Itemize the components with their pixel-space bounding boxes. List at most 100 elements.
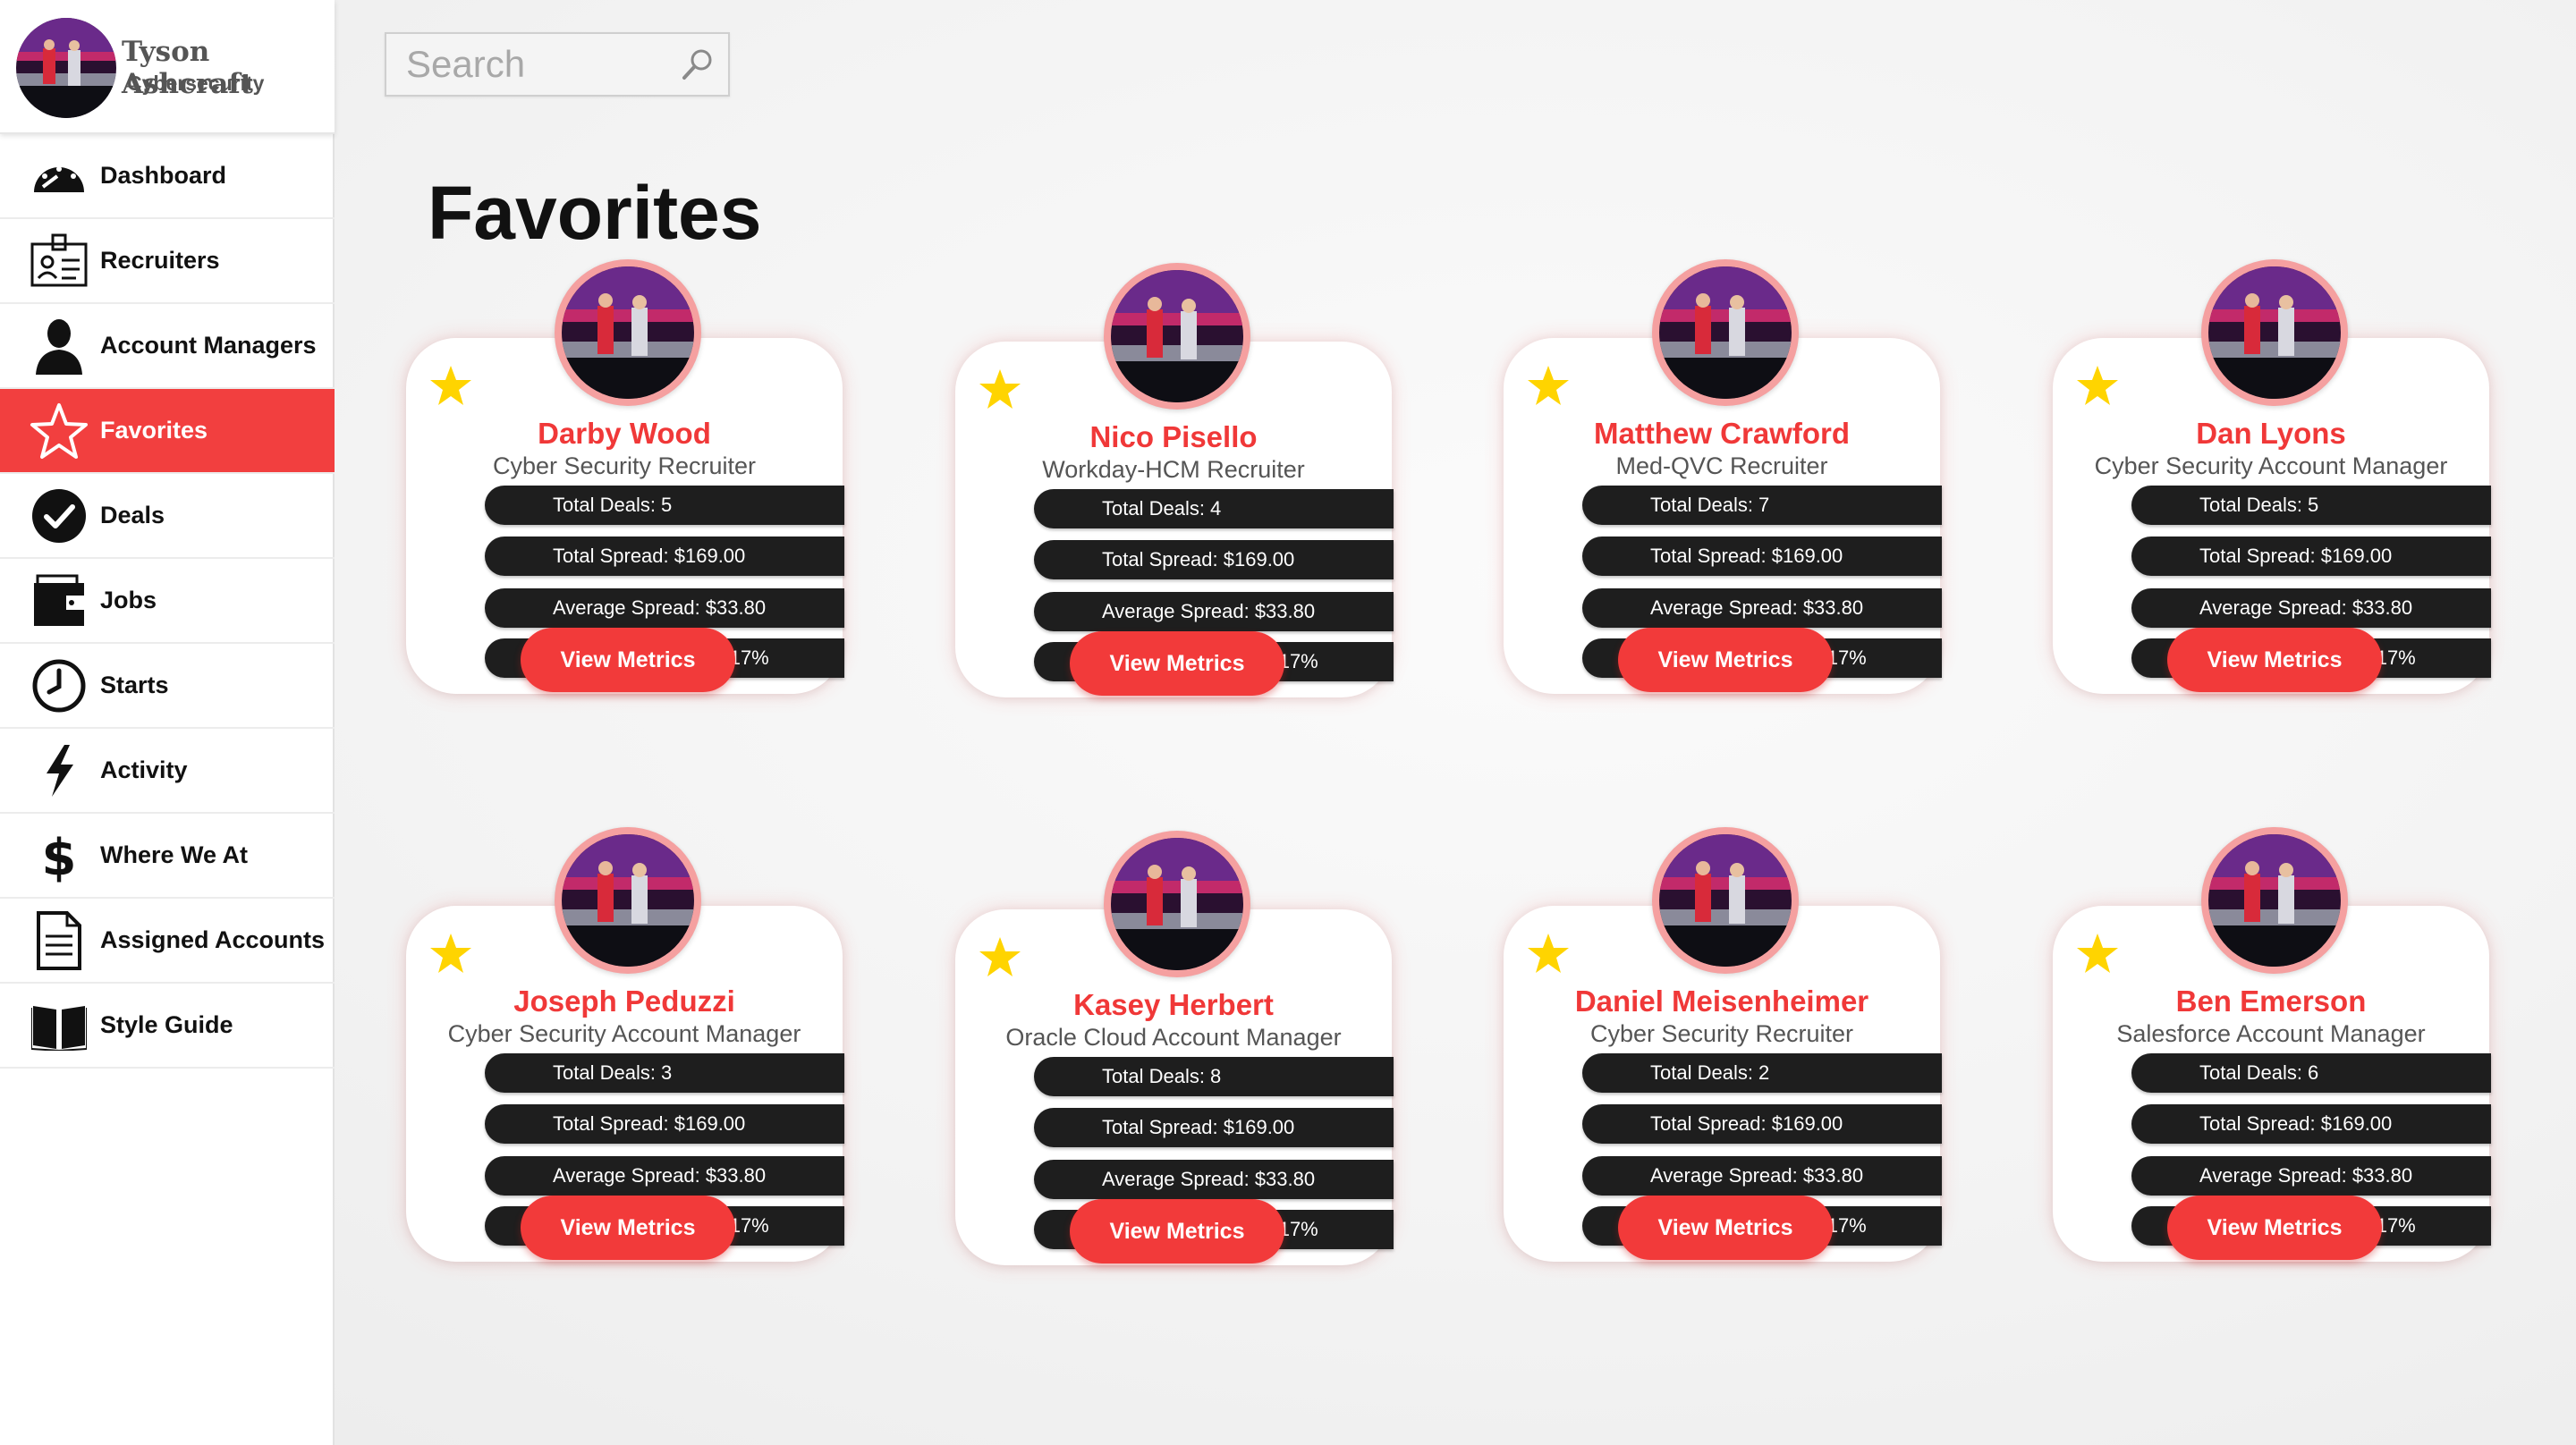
card-name: Dan Lyons: [2196, 417, 2346, 450]
sidebar-item-label: Account Managers: [100, 332, 317, 359]
card-name: Darby Wood: [538, 417, 711, 450]
card-role: Cyber Security Recruiter: [1589, 1020, 1854, 1047]
total-spread-stat: Total Spread: $169.00: [2131, 1104, 2491, 1144]
average-spread-stat: Average Spread: $33.80: [485, 1156, 844, 1196]
average-spread-stat: Average Spread: $33.80: [1582, 1156, 1942, 1196]
sidebar-item-label: Jobs: [100, 587, 157, 613]
total-spread-stat: Total Spread: $169.00: [1034, 540, 1394, 579]
average-spread-stat: Average Spread: $33.80: [2131, 588, 2491, 628]
favorite-star-icon[interactable]: [1527, 933, 1570, 976]
total-spread-stat: Total Spread: $169.00: [1034, 1108, 1394, 1147]
sidebar-nav: Dashboard Recruiters Account Managers Fa…: [0, 134, 335, 1069]
sidebar-item-activity[interactable]: Activity: [0, 729, 335, 814]
svg-text:$: $: [42, 829, 77, 883]
view-metrics-button[interactable]: View Metrics: [1070, 1199, 1284, 1263]
card-name: Joseph Peduzzi: [513, 984, 735, 1018]
average-spread-stat: Average Spread: $33.80: [1034, 592, 1394, 631]
total-deals-stat: Total Deals: 2: [1582, 1053, 1942, 1093]
favorite-card: Joseph Peduzzi Cyber Security Account Man…: [406, 827, 844, 1262]
clock-icon: [29, 655, 89, 716]
view-metrics-button[interactable]: View Metrics: [521, 628, 735, 692]
sidebar-item-account-managers[interactable]: Account Managers: [0, 304, 335, 389]
sidebar-item-jobs[interactable]: Jobs: [0, 559, 335, 644]
favorite-star-icon[interactable]: [979, 368, 1021, 411]
card-name: Nico Pisello: [1089, 420, 1258, 453]
person-silhouette-icon: [29, 316, 89, 376]
total-spread-stat: Total Spread: $169.00: [485, 537, 844, 576]
view-metrics-button[interactable]: View Metrics: [521, 1196, 735, 1260]
card-avatar: [1652, 827, 1799, 974]
check-circle-icon: [29, 486, 89, 546]
favorite-star-icon[interactable]: [429, 933, 472, 976]
sidebar-item-label: Assigned Accounts: [100, 926, 326, 953]
lightning-icon: [29, 740, 89, 801]
card-avatar: [555, 827, 701, 974]
sidebar-item-favorites[interactable]: Favorites: [0, 389, 335, 474]
card-name: Ben Emerson: [2175, 984, 2367, 1018]
favorite-card: Matthew Crawford Med-QVC Recruiter Total D…: [1504, 259, 1942, 694]
favorite-card: Kasey Herbert Oracle Cloud Account Manage…: [955, 831, 1394, 1265]
view-metrics-button[interactable]: View Metrics: [2167, 628, 2382, 692]
favorite-star-icon[interactable]: [979, 936, 1021, 979]
sidebar-item-deals[interactable]: Deals: [0, 474, 335, 559]
favorite-card: Dan Lyons Cyber Security Account Manager T…: [2053, 259, 2491, 694]
view-metrics-button[interactable]: View Metrics: [2167, 1196, 2382, 1260]
user-department: Cybersecurity: [127, 72, 265, 95]
sidebar-item-label: Starts: [100, 672, 169, 698]
view-metrics-button[interactable]: View Metrics: [1618, 1196, 1833, 1260]
favorite-star-icon[interactable]: [2076, 933, 2119, 976]
user-profile[interactable]: Tyson Ashcraft Cybersecurity: [0, 0, 335, 134]
card-role: Oracle Cloud Account Manager: [1005, 1024, 1342, 1051]
card-name: Matthew Crawford: [1593, 417, 1850, 450]
favorite-card: Daniel Meisenheimer Cyber Security Recrui…: [1504, 827, 1942, 1262]
card-role: Cyber Security Account Manager: [447, 1020, 801, 1047]
view-metrics-button[interactable]: View Metrics: [1618, 628, 1833, 692]
sidebar-item-label: Where We At: [100, 841, 249, 868]
sidebar-item-label: Dashboard: [100, 162, 227, 189]
sidebar-item-label: Favorites: [100, 417, 208, 444]
favorite-card: Ben Emerson Salesforce Account Manager Tot…: [2053, 827, 2491, 1262]
sidebar-item-label: Deals: [100, 502, 165, 528]
search-input[interactable]: [386, 34, 673, 95]
favorite-star-icon[interactable]: [1527, 365, 1570, 408]
card-avatar: [2201, 259, 2348, 406]
sidebar: Tyson Ashcraft Cybersecurity Dashboard R…: [0, 0, 335, 1445]
sidebar-item-label: Recruiters: [100, 247, 220, 274]
total-deals-stat: Total Deals: 4: [1034, 489, 1394, 528]
total-spread-stat: Total Spread: $169.00: [2131, 537, 2491, 576]
card-role: Salesforce Account Manager: [2116, 1020, 2426, 1047]
sidebar-item-recruiters[interactable]: Recruiters: [0, 219, 335, 304]
book-icon: [29, 995, 89, 1056]
search-icon[interactable]: [680, 46, 716, 82]
average-spread-stat: Average Spread: $33.80: [485, 588, 844, 628]
total-deals-stat: Total Deals: 3: [485, 1053, 844, 1093]
wallet-icon: [29, 570, 89, 631]
average-spread-stat: Average Spread: $33.80: [1034, 1160, 1394, 1199]
total-deals-stat: Total Deals: 8: [1034, 1057, 1394, 1096]
card-avatar: [1652, 259, 1799, 406]
sidebar-item-where-we-at[interactable]: $ Where We At: [0, 814, 335, 899]
id-badge-icon: [29, 231, 89, 292]
card-avatar: [555, 259, 701, 406]
speedometer-icon: [29, 146, 89, 207]
favorite-star-icon[interactable]: [429, 365, 472, 408]
favorite-star-icon[interactable]: [2076, 365, 2119, 408]
total-deals-stat: Total Deals: 5: [485, 486, 844, 525]
avatar: [16, 18, 116, 118]
sidebar-item-style-guide[interactable]: Style Guide: [0, 984, 335, 1069]
card-avatar: [2201, 827, 2348, 974]
average-spread-stat: Average Spread: $33.80: [1582, 588, 1942, 628]
average-spread-stat: Average Spread: $33.80: [2131, 1156, 2491, 1196]
sidebar-item-dashboard[interactable]: Dashboard: [0, 134, 335, 219]
total-deals-stat: Total Deals: 6: [2131, 1053, 2491, 1093]
sidebar-item-assigned-accounts[interactable]: Assigned Accounts: [0, 899, 335, 984]
sidebar-item-starts[interactable]: Starts: [0, 644, 335, 729]
search-box: [385, 32, 730, 97]
total-spread-stat: Total Spread: $169.00: [485, 1104, 844, 1144]
card-avatar: [1104, 831, 1250, 977]
total-spread-stat: Total Spread: $169.00: [1582, 1104, 1942, 1144]
total-deals-stat: Total Deals: 7: [1582, 486, 1942, 525]
view-metrics-button[interactable]: View Metrics: [1070, 631, 1284, 696]
dollar-icon: $: [29, 825, 89, 886]
card-role: Workday-HCM Recruiter: [1042, 456, 1305, 483]
